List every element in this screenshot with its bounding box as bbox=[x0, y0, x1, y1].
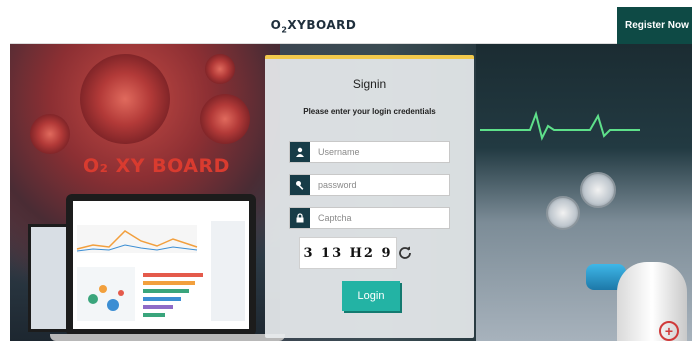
heartbeat-line bbox=[480, 110, 640, 141]
dashboard-preview bbox=[76, 221, 245, 321]
signin-subtitle: Please enter your login credentials bbox=[303, 107, 436, 116]
virus-image bbox=[200, 94, 250, 144]
captcha-input[interactable] bbox=[310, 208, 449, 228]
password-input[interactable] bbox=[310, 175, 449, 195]
refresh-icon[interactable] bbox=[398, 245, 412, 259]
register-button[interactable]: Register Now bbox=[617, 7, 692, 44]
virus-image bbox=[80, 54, 170, 144]
signin-title: Signin bbox=[352, 77, 387, 91]
key-icon bbox=[290, 175, 310, 195]
medical-cross-icon: + bbox=[659, 321, 679, 341]
laptop-dashboard bbox=[73, 201, 249, 329]
username-field bbox=[289, 141, 450, 163]
user-icon bbox=[290, 142, 310, 162]
virus-image bbox=[205, 54, 235, 84]
laptop-image bbox=[66, 194, 256, 336]
signin-card: Signin Please enter your login credentia… bbox=[265, 55, 474, 338]
top-header: O2XYBOARD Register Now bbox=[10, 7, 692, 44]
brand-o: O bbox=[270, 18, 282, 32]
brand-rest: XYBOARD bbox=[287, 18, 357, 32]
dashboard-brand-overlay: O₂ XY BOARD bbox=[83, 155, 230, 177]
virus-image bbox=[30, 114, 70, 154]
pressure-gauge bbox=[546, 196, 580, 230]
captcha-image: 3 13 H2 9 bbox=[299, 237, 397, 269]
laptop-base bbox=[50, 334, 285, 341]
password-field bbox=[289, 174, 450, 196]
login-button[interactable]: Login bbox=[342, 281, 400, 311]
pressure-gauge bbox=[580, 172, 616, 208]
username-input[interactable] bbox=[310, 142, 449, 162]
brand-logo: O2XYBOARD bbox=[10, 7, 617, 44]
captcha-field bbox=[289, 207, 450, 229]
lock-icon bbox=[290, 208, 310, 228]
